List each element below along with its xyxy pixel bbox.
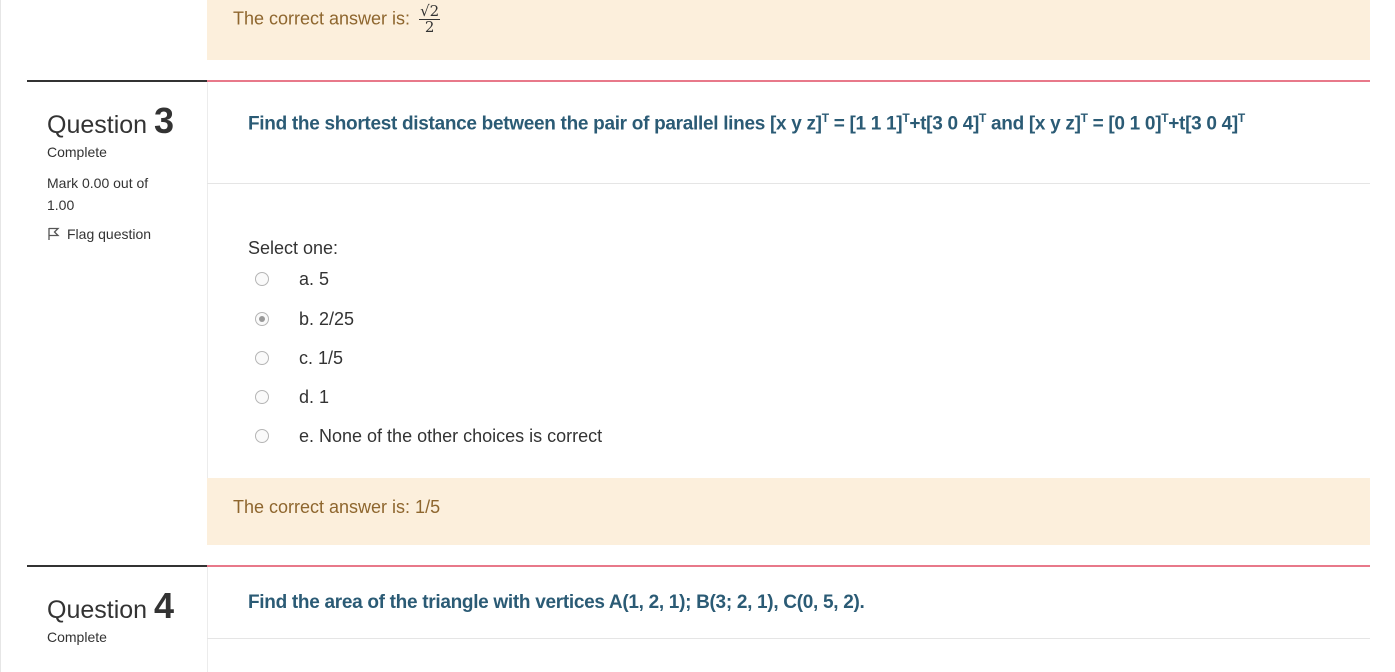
previous-feedback: The correct answer is: √2 2	[207, 0, 1370, 60]
select-one-label: Select one:	[248, 238, 339, 258]
q4-text-divider	[207, 638, 1370, 639]
q4-content-border	[207, 567, 208, 672]
q3-feedback: The correct answer is: 1/5	[207, 478, 1370, 545]
q3-number: Question 3	[47, 100, 175, 141]
option-e-label: e. None of the other choices is correct	[299, 425, 603, 446]
answer-option-e[interactable]: e. None of the other choices is correct	[255, 426, 602, 446]
q3-state: Complete	[47, 144, 107, 160]
option-b-label: b. 2/25	[299, 308, 355, 329]
radio-d[interactable]	[255, 390, 269, 404]
flag-question-label: Flag question	[67, 226, 152, 242]
q3-question-text: Find the shortest distance between the p…	[248, 111, 1245, 135]
q4-content-separator	[207, 565, 1370, 567]
q3-grade: Mark 0.00 out of 1.00	[47, 175, 149, 213]
page-border	[0, 0, 1, 672]
q4-question-text: Find the area of the triangle with verti…	[248, 592, 865, 613]
q3-feedback-text: The correct answer is: 1/5	[233, 497, 441, 517]
q3-content-separator	[207, 80, 1370, 82]
flag-question-link[interactable]: Flag question	[47, 226, 197, 242]
radio-a[interactable]	[255, 272, 269, 286]
answer-option-c[interactable]: c. 1/5	[255, 348, 343, 368]
sqrt2-over-2-fraction: √2 2	[419, 4, 441, 36]
q4-info-separator	[27, 565, 207, 567]
q4-state: Complete	[47, 629, 107, 645]
option-a-label: a. 5	[299, 268, 330, 289]
radio-b[interactable]	[255, 312, 269, 326]
radio-c[interactable]	[255, 351, 269, 365]
q3-info-separator	[27, 80, 207, 82]
answer-option-a[interactable]: a. 5	[255, 269, 329, 289]
q4-info: Question 4 Complete	[47, 585, 197, 645]
q3-content-border	[207, 82, 208, 478]
option-d-label: d. 1	[299, 386, 330, 407]
previous-feedback-label: The correct answer is:	[233, 8, 411, 29]
option-c-label: c. 1/5	[299, 347, 344, 368]
answer-option-d[interactable]: d. 1	[255, 387, 329, 407]
q3-text-divider	[207, 183, 1370, 184]
q3-info: Question 3 Complete Mark 0.00 out of 1.0…	[47, 100, 197, 242]
fraction-denominator: 2	[424, 18, 435, 36]
q4-number: Question 4	[47, 585, 175, 626]
flag-icon	[48, 227, 60, 240]
radio-e[interactable]	[255, 429, 269, 443]
answer-option-b[interactable]: b. 2/25	[255, 309, 354, 329]
